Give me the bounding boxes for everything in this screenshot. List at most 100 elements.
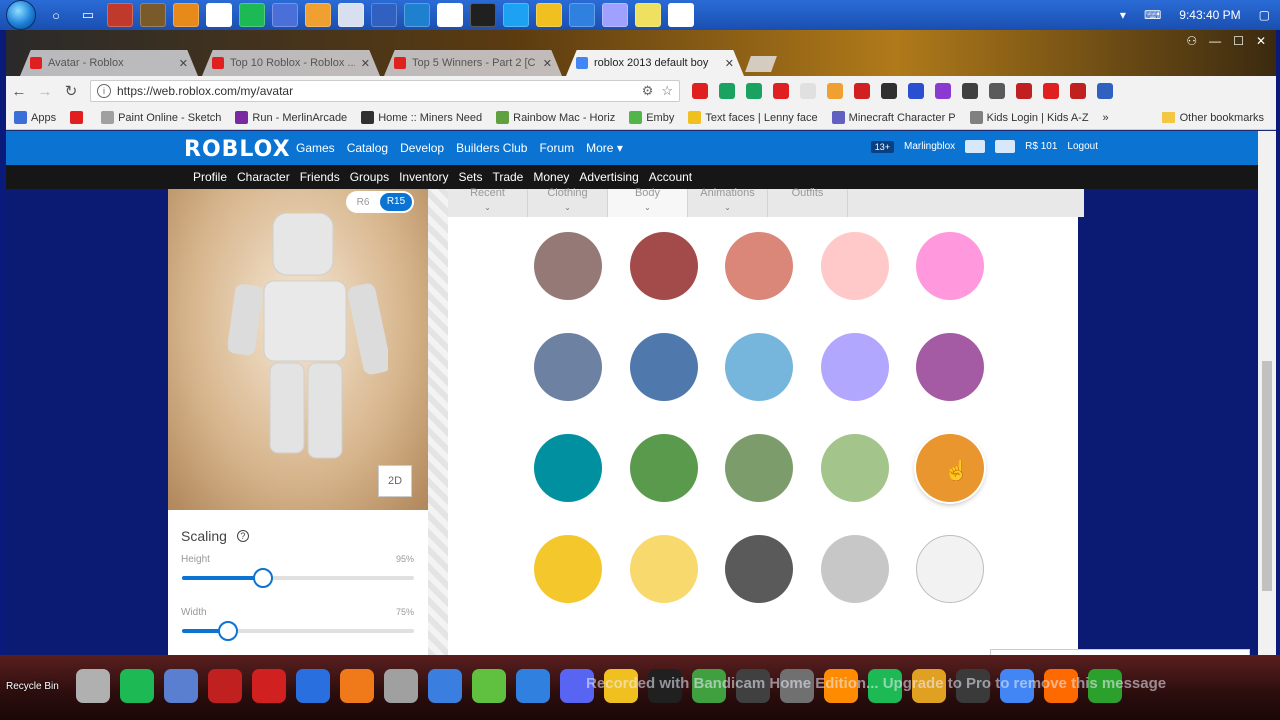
extension-icon[interactable] bbox=[692, 83, 708, 99]
rig-toggle[interactable]: R6 R15 bbox=[346, 191, 414, 213]
taskbar-app-icon[interactable] bbox=[503, 3, 529, 27]
rig-r6-option[interactable]: R6 bbox=[346, 197, 380, 208]
skin-color-swatch[interactable] bbox=[629, 434, 698, 502]
tray-overflow-icon[interactable]: ▾ bbox=[1120, 8, 1126, 22]
category-tab[interactable]: Recent ⌄ bbox=[448, 187, 528, 217]
tab-close-icon[interactable]: ✕ bbox=[179, 57, 188, 70]
subnav-link[interactable]: Advertising bbox=[579, 170, 638, 184]
bookmark-item[interactable]: Run - MerlinArcade bbox=[235, 111, 347, 124]
bookmark-item[interactable]: Home :: Miners Need bbox=[361, 111, 482, 124]
other-bookmarks[interactable]: Other bookmarks bbox=[1161, 112, 1264, 124]
skin-color-swatch[interactable] bbox=[534, 535, 602, 603]
skin-color-swatch[interactable] bbox=[629, 333, 698, 401]
subnav-link[interactable]: Money bbox=[533, 170, 569, 184]
subnav-link[interactable]: Inventory bbox=[399, 170, 448, 184]
task-view-icon[interactable]: ▭ bbox=[76, 4, 100, 26]
search-icon[interactable]: ○ bbox=[44, 4, 68, 26]
bookmark-item[interactable]: Paint Online - Sketch bbox=[101, 111, 221, 124]
extension-icon[interactable] bbox=[1016, 83, 1032, 99]
nav-link[interactable]: Develop bbox=[400, 141, 444, 155]
skin-color-swatch[interactable] bbox=[916, 333, 984, 401]
page-scrollbar[interactable] bbox=[1258, 131, 1276, 655]
extension-icon[interactable] bbox=[854, 83, 870, 99]
dock-app-icon[interactable] bbox=[296, 669, 330, 703]
skin-color-swatch[interactable] bbox=[725, 434, 793, 502]
username[interactable]: Marlingblox bbox=[904, 141, 955, 152]
toggle-2d-button[interactable]: 2D bbox=[378, 465, 412, 497]
bookmark-item[interactable]: Minecraft Character P bbox=[831, 111, 956, 124]
nav-link[interactable]: More ▾ bbox=[586, 141, 623, 155]
subnav-link[interactable]: Trade bbox=[492, 170, 523, 184]
taskbar-app-icon[interactable] bbox=[305, 3, 331, 27]
dock-app-icon[interactable] bbox=[164, 669, 198, 703]
nav-link[interactable]: Forum bbox=[539, 141, 574, 155]
translate-icon[interactable]: ⚙ bbox=[642, 83, 654, 99]
skin-color-swatch[interactable] bbox=[629, 535, 698, 603]
site-info-icon[interactable]: i bbox=[97, 84, 111, 98]
recycle-bin-label[interactable]: Recycle Bin bbox=[6, 681, 59, 692]
dock-app-icon[interactable] bbox=[516, 669, 550, 703]
bookmark-item[interactable]: Emby bbox=[629, 111, 674, 124]
extension-icon[interactable] bbox=[773, 83, 789, 99]
subnav-link[interactable]: Groups bbox=[350, 170, 389, 184]
address-bar[interactable]: i https://web.roblox.com/my/avatar ⚙ ☆ bbox=[90, 80, 680, 102]
bookmark-star-icon[interactable]: ☆ bbox=[661, 83, 673, 99]
extension-icon[interactable] bbox=[881, 83, 897, 99]
taskbar-app-icon[interactable] bbox=[470, 3, 496, 27]
subnav-link[interactable]: Character bbox=[237, 170, 290, 184]
taskbar-app-icon[interactable] bbox=[206, 3, 232, 27]
subnav-link[interactable]: Friends bbox=[300, 170, 340, 184]
start-button[interactable] bbox=[6, 0, 36, 30]
bookmark-item[interactable]: Kids Login | Kids A-Z bbox=[969, 111, 1089, 124]
forward-button[interactable]: → bbox=[32, 83, 58, 100]
skin-color-swatch[interactable] bbox=[820, 535, 889, 603]
skin-color-swatch[interactable] bbox=[820, 333, 889, 401]
skin-color-swatch[interactable] bbox=[725, 333, 793, 401]
extension-icon[interactable] bbox=[800, 83, 816, 99]
taskbar-app-icon[interactable] bbox=[437, 3, 463, 27]
maximize-button[interactable]: ☐ bbox=[1233, 34, 1244, 48]
extension-icon[interactable] bbox=[1070, 83, 1086, 99]
scrollbar-thumb[interactable] bbox=[1262, 361, 1272, 591]
new-tab-button[interactable] bbox=[745, 56, 777, 72]
slider-track[interactable] bbox=[182, 568, 414, 588]
dock-app-icon[interactable] bbox=[472, 669, 506, 703]
skin-color-swatch[interactable] bbox=[725, 535, 793, 603]
dock-app-icon[interactable] bbox=[120, 669, 154, 703]
taskbar-app-icon[interactable] bbox=[668, 3, 694, 27]
friends-icon[interactable] bbox=[995, 140, 1016, 153]
reload-button[interactable]: ↻ bbox=[58, 82, 84, 100]
category-tab[interactable]: Body ⌄ bbox=[608, 187, 688, 217]
browser-tab[interactable]: Avatar - Roblox ✕ bbox=[20, 50, 198, 76]
extension-icon[interactable] bbox=[908, 83, 924, 99]
notifications-icon[interactable]: ▢ bbox=[1259, 8, 1270, 22]
browser-tab[interactable]: Top 10 Roblox - Roblox ... ✕ bbox=[202, 50, 380, 76]
taskbar-app-icon[interactable] bbox=[272, 3, 298, 27]
messages-icon[interactable] bbox=[965, 140, 986, 153]
bookmark-item[interactable]: Apps bbox=[14, 111, 56, 124]
extension-icon[interactable] bbox=[989, 83, 1005, 99]
dock-app-icon[interactable] bbox=[384, 669, 418, 703]
skin-color-swatch[interactable] bbox=[820, 434, 889, 502]
back-button[interactable]: ← bbox=[6, 83, 32, 100]
skin-color-swatch[interactable] bbox=[534, 232, 602, 300]
subnav-link[interactable]: Sets bbox=[458, 170, 482, 184]
nav-link[interactable]: Catalog bbox=[347, 141, 388, 155]
taskbar-app-icon[interactable] bbox=[404, 3, 430, 27]
taskbar-app-icon[interactable] bbox=[602, 3, 628, 27]
subnav-link[interactable]: Account bbox=[649, 170, 692, 184]
tab-close-icon[interactable]: ✕ bbox=[543, 57, 552, 70]
dock-app-icon[interactable] bbox=[340, 669, 374, 703]
slider-thumb[interactable] bbox=[253, 568, 274, 588]
tab-close-icon[interactable]: ✕ bbox=[725, 57, 734, 70]
extension-icon[interactable] bbox=[719, 83, 735, 99]
roblox-logo[interactable]: ROBLOX bbox=[184, 137, 291, 162]
minimize-button[interactable]: — bbox=[1209, 34, 1221, 48]
skin-color-swatch[interactable] bbox=[725, 232, 793, 300]
logout-link[interactable]: Logout bbox=[1067, 141, 1098, 152]
taskbar-app-icon[interactable] bbox=[569, 3, 595, 27]
taskbar-app-icon[interactable] bbox=[371, 3, 397, 27]
subnav-link[interactable]: Profile bbox=[193, 170, 227, 184]
close-button[interactable]: ✕ bbox=[1256, 34, 1266, 48]
robux-balance[interactable]: R$ 101 bbox=[1025, 141, 1057, 152]
